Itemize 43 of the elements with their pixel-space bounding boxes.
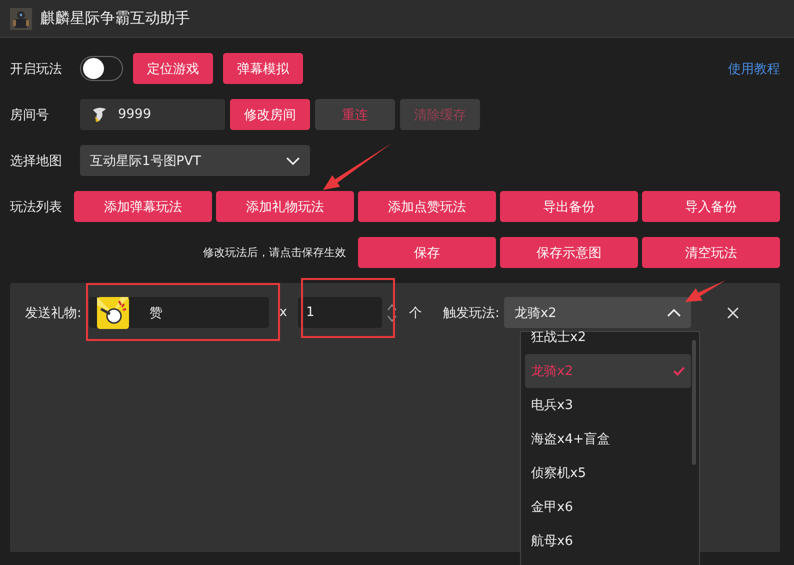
map-select[interactable]: 互动星际1号图PVT bbox=[80, 145, 310, 176]
gift-label: 发送礼物: bbox=[25, 304, 82, 322]
dropdown-option[interactable]: 金甲x6 bbox=[525, 490, 691, 524]
trigger-select[interactable]: 龙骑x2 bbox=[504, 297, 692, 328]
action-button[interactable]: 定位游戏 bbox=[133, 53, 213, 84]
toggle-switch[interactable] bbox=[80, 56, 123, 81]
save-button[interactable]: 保存示意图 bbox=[500, 237, 638, 268]
unit-label: 个 bbox=[409, 304, 422, 322]
dropdown-option[interactable]: 电兵x3 bbox=[525, 388, 691, 422]
window-title: 麒麟星际争霸互动助手 bbox=[40, 9, 190, 28]
spinner-icon[interactable] bbox=[387, 302, 398, 324]
map-label: 选择地图 bbox=[10, 152, 63, 170]
add-button[interactable]: 导出备份 bbox=[500, 191, 638, 222]
room-label: 房间号 bbox=[10, 106, 50, 124]
annotation-arrow bbox=[323, 143, 392, 190]
annotation-arrow bbox=[685, 280, 726, 302]
room-field[interactable]: 9999 bbox=[80, 99, 225, 130]
dropdown-option[interactable]: 狂战士x2 bbox=[525, 332, 691, 346]
chevron-up-icon bbox=[667, 308, 682, 316]
dropdown-option[interactable]: 海盗x4+盲盒 bbox=[525, 422, 691, 456]
room-button[interactable]: 修改房间 bbox=[230, 99, 310, 130]
toggle-label: 开启玩法 bbox=[10, 60, 63, 78]
dropdown-option[interactable]: 航母x6 bbox=[525, 524, 691, 558]
dropdown-option[interactable]: 龙骑x2 bbox=[525, 354, 691, 388]
playlist-label: 玩法列表 bbox=[10, 198, 63, 216]
save-button[interactable]: 清空玩法 bbox=[642, 237, 780, 268]
dropdown-option[interactable]: 侦察机x5 bbox=[525, 456, 691, 490]
gift-field[interactable]: 赞 bbox=[89, 297, 270, 328]
tutorial-link[interactable]: 使用教程 bbox=[728, 60, 780, 78]
add-button[interactable]: 添加点赞玩法 bbox=[358, 191, 496, 222]
add-button[interactable]: 导入备份 bbox=[642, 191, 780, 222]
room-button[interactable]: 重连 bbox=[315, 99, 395, 130]
count-field[interactable]: 1 bbox=[298, 297, 382, 328]
times-sign: x bbox=[279, 305, 288, 320]
save-hint: 修改玩法后，请点击保存生效 bbox=[203, 245, 346, 260]
close-icon[interactable] bbox=[727, 306, 740, 318]
save-button[interactable]: 保存 bbox=[358, 237, 496, 268]
add-button[interactable]: 添加礼物玩法 bbox=[216, 191, 354, 222]
action-button[interactable]: 弹幕模拟 bbox=[223, 53, 303, 84]
trigger-label: 触发玩法: bbox=[443, 304, 500, 322]
chevron-down-icon bbox=[286, 156, 300, 164]
check-icon bbox=[673, 366, 685, 376]
add-button[interactable]: 添加弹幕玩法 bbox=[74, 191, 212, 222]
